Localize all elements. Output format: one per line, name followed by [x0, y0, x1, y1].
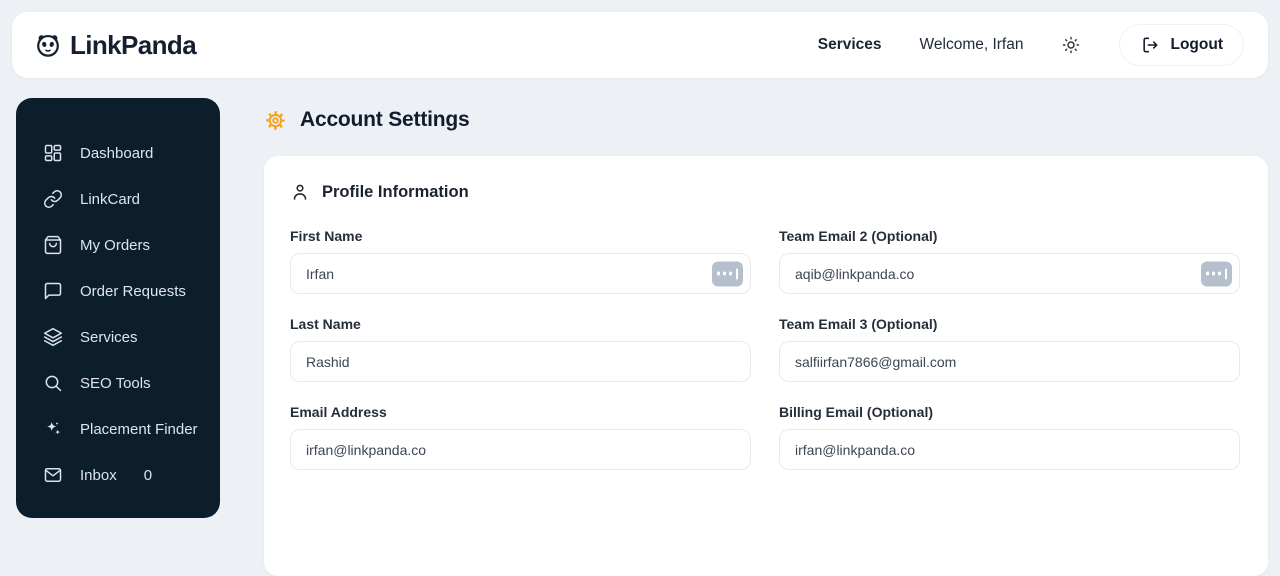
- top-header-bar: LinkPanda Services Welcome, Irfan Logout: [12, 12, 1268, 78]
- dashboard-grid-icon: [43, 143, 63, 163]
- logout-arrow-icon: [1140, 35, 1160, 55]
- sidebar-item-label: LinkCard: [80, 190, 141, 208]
- sidebar-item-linkcard[interactable]: LinkCard: [16, 176, 220, 222]
- input-wrap: [779, 341, 1240, 382]
- sidebar-nav: Dashboard LinkCard My Orders Order Reque…: [16, 98, 220, 518]
- sparkles-icon: [43, 419, 63, 439]
- field-last-name: Last Name: [290, 316, 751, 382]
- autofill-extension-icon[interactable]: [1201, 261, 1232, 286]
- sidebar-item-label: My Orders: [80, 236, 151, 254]
- field-billing-email: Billing Email (Optional): [779, 404, 1240, 470]
- email-address-input[interactable]: [290, 429, 751, 470]
- welcome-text: Welcome, Irfan: [919, 36, 1024, 53]
- nav-services-link[interactable]: Services: [818, 36, 882, 54]
- field-label: Team Email 2 (Optional): [779, 228, 938, 244]
- sun-icon[interactable]: [1061, 35, 1081, 55]
- header-nav: Services Welcome, Irfan Logout: [818, 24, 1244, 66]
- sidebar-item-label: Services: [80, 328, 138, 346]
- billing-email-input[interactable]: [779, 429, 1240, 470]
- sidebar-item-order-requests[interactable]: Order Requests: [16, 268, 220, 314]
- last-name-input[interactable]: [290, 341, 751, 382]
- field-label: Billing Email (Optional): [779, 404, 933, 420]
- envelope-icon: [43, 465, 63, 485]
- input-wrap: [779, 429, 1240, 470]
- sidebar-item-label: SEO Tools: [80, 374, 151, 392]
- chat-bubble-icon: [43, 281, 63, 301]
- page-title: Account Settings: [300, 108, 470, 131]
- search-icon: [43, 373, 63, 393]
- field-first-name: First Name: [290, 228, 751, 294]
- field-team-email-2: Team Email 2 (Optional): [779, 228, 1240, 294]
- linkpanda-logo[interactable]: LinkPanda: [34, 29, 197, 61]
- card-title-row: Profile Information: [290, 182, 1240, 202]
- user-icon: [290, 182, 310, 202]
- sidebar-item-label: Inbox: [80, 466, 117, 484]
- team-email-3-input[interactable]: [779, 341, 1240, 382]
- sidebar-item-seo-tools[interactable]: SEO Tools: [16, 360, 220, 406]
- input-wrap: [290, 253, 751, 294]
- field-label: Email Address: [290, 404, 387, 420]
- logout-button[interactable]: Logout: [1119, 24, 1244, 66]
- logo-text: LinkPanda: [70, 29, 197, 60]
- field-email-address: Email Address: [290, 404, 751, 470]
- sidebar-item-inbox[interactable]: Inbox 0: [16, 452, 220, 498]
- field-label: Last Name: [290, 316, 361, 332]
- field-label: First Name: [290, 228, 363, 244]
- shopping-bag-icon: [43, 235, 63, 255]
- sidebar-item-my-orders[interactable]: My Orders: [16, 222, 220, 268]
- autofill-extension-icon[interactable]: [712, 261, 743, 286]
- sidebar-item-dashboard[interactable]: Dashboard: [16, 130, 220, 176]
- first-name-input[interactable]: [290, 253, 751, 294]
- input-wrap: [290, 429, 751, 470]
- main-content: Account Settings Profile Information Fir…: [264, 98, 1268, 576]
- team-email-2-input[interactable]: [779, 253, 1240, 294]
- link-icon: [43, 189, 63, 209]
- logout-label: Logout: [1170, 36, 1223, 53]
- field-label: Team Email 3 (Optional): [779, 316, 938, 332]
- input-wrap: [290, 341, 751, 382]
- inbox-count-badge: 0: [143, 466, 153, 484]
- layers-icon: [43, 327, 63, 347]
- profile-form: First Name Team Email 2 (Optional): [290, 228, 1240, 470]
- profile-information-card: Profile Information First Name Team Emai…: [264, 156, 1268, 576]
- sidebar-item-services[interactable]: Services: [16, 314, 220, 360]
- sidebar-item-label: Placement Finder: [80, 420, 198, 438]
- sidebar-item-placement-finder[interactable]: Placement Finder: [16, 406, 220, 452]
- sidebar-item-label: Dashboard: [80, 144, 154, 162]
- page-title-row: Account Settings: [264, 108, 1268, 132]
- field-team-email-3: Team Email 3 (Optional): [779, 316, 1240, 382]
- input-wrap: [779, 253, 1240, 294]
- gear-icon: [264, 109, 287, 132]
- card-title: Profile Information: [322, 182, 469, 201]
- sidebar-item-label: Order Requests: [80, 282, 186, 300]
- panda-face-icon: [34, 31, 62, 59]
